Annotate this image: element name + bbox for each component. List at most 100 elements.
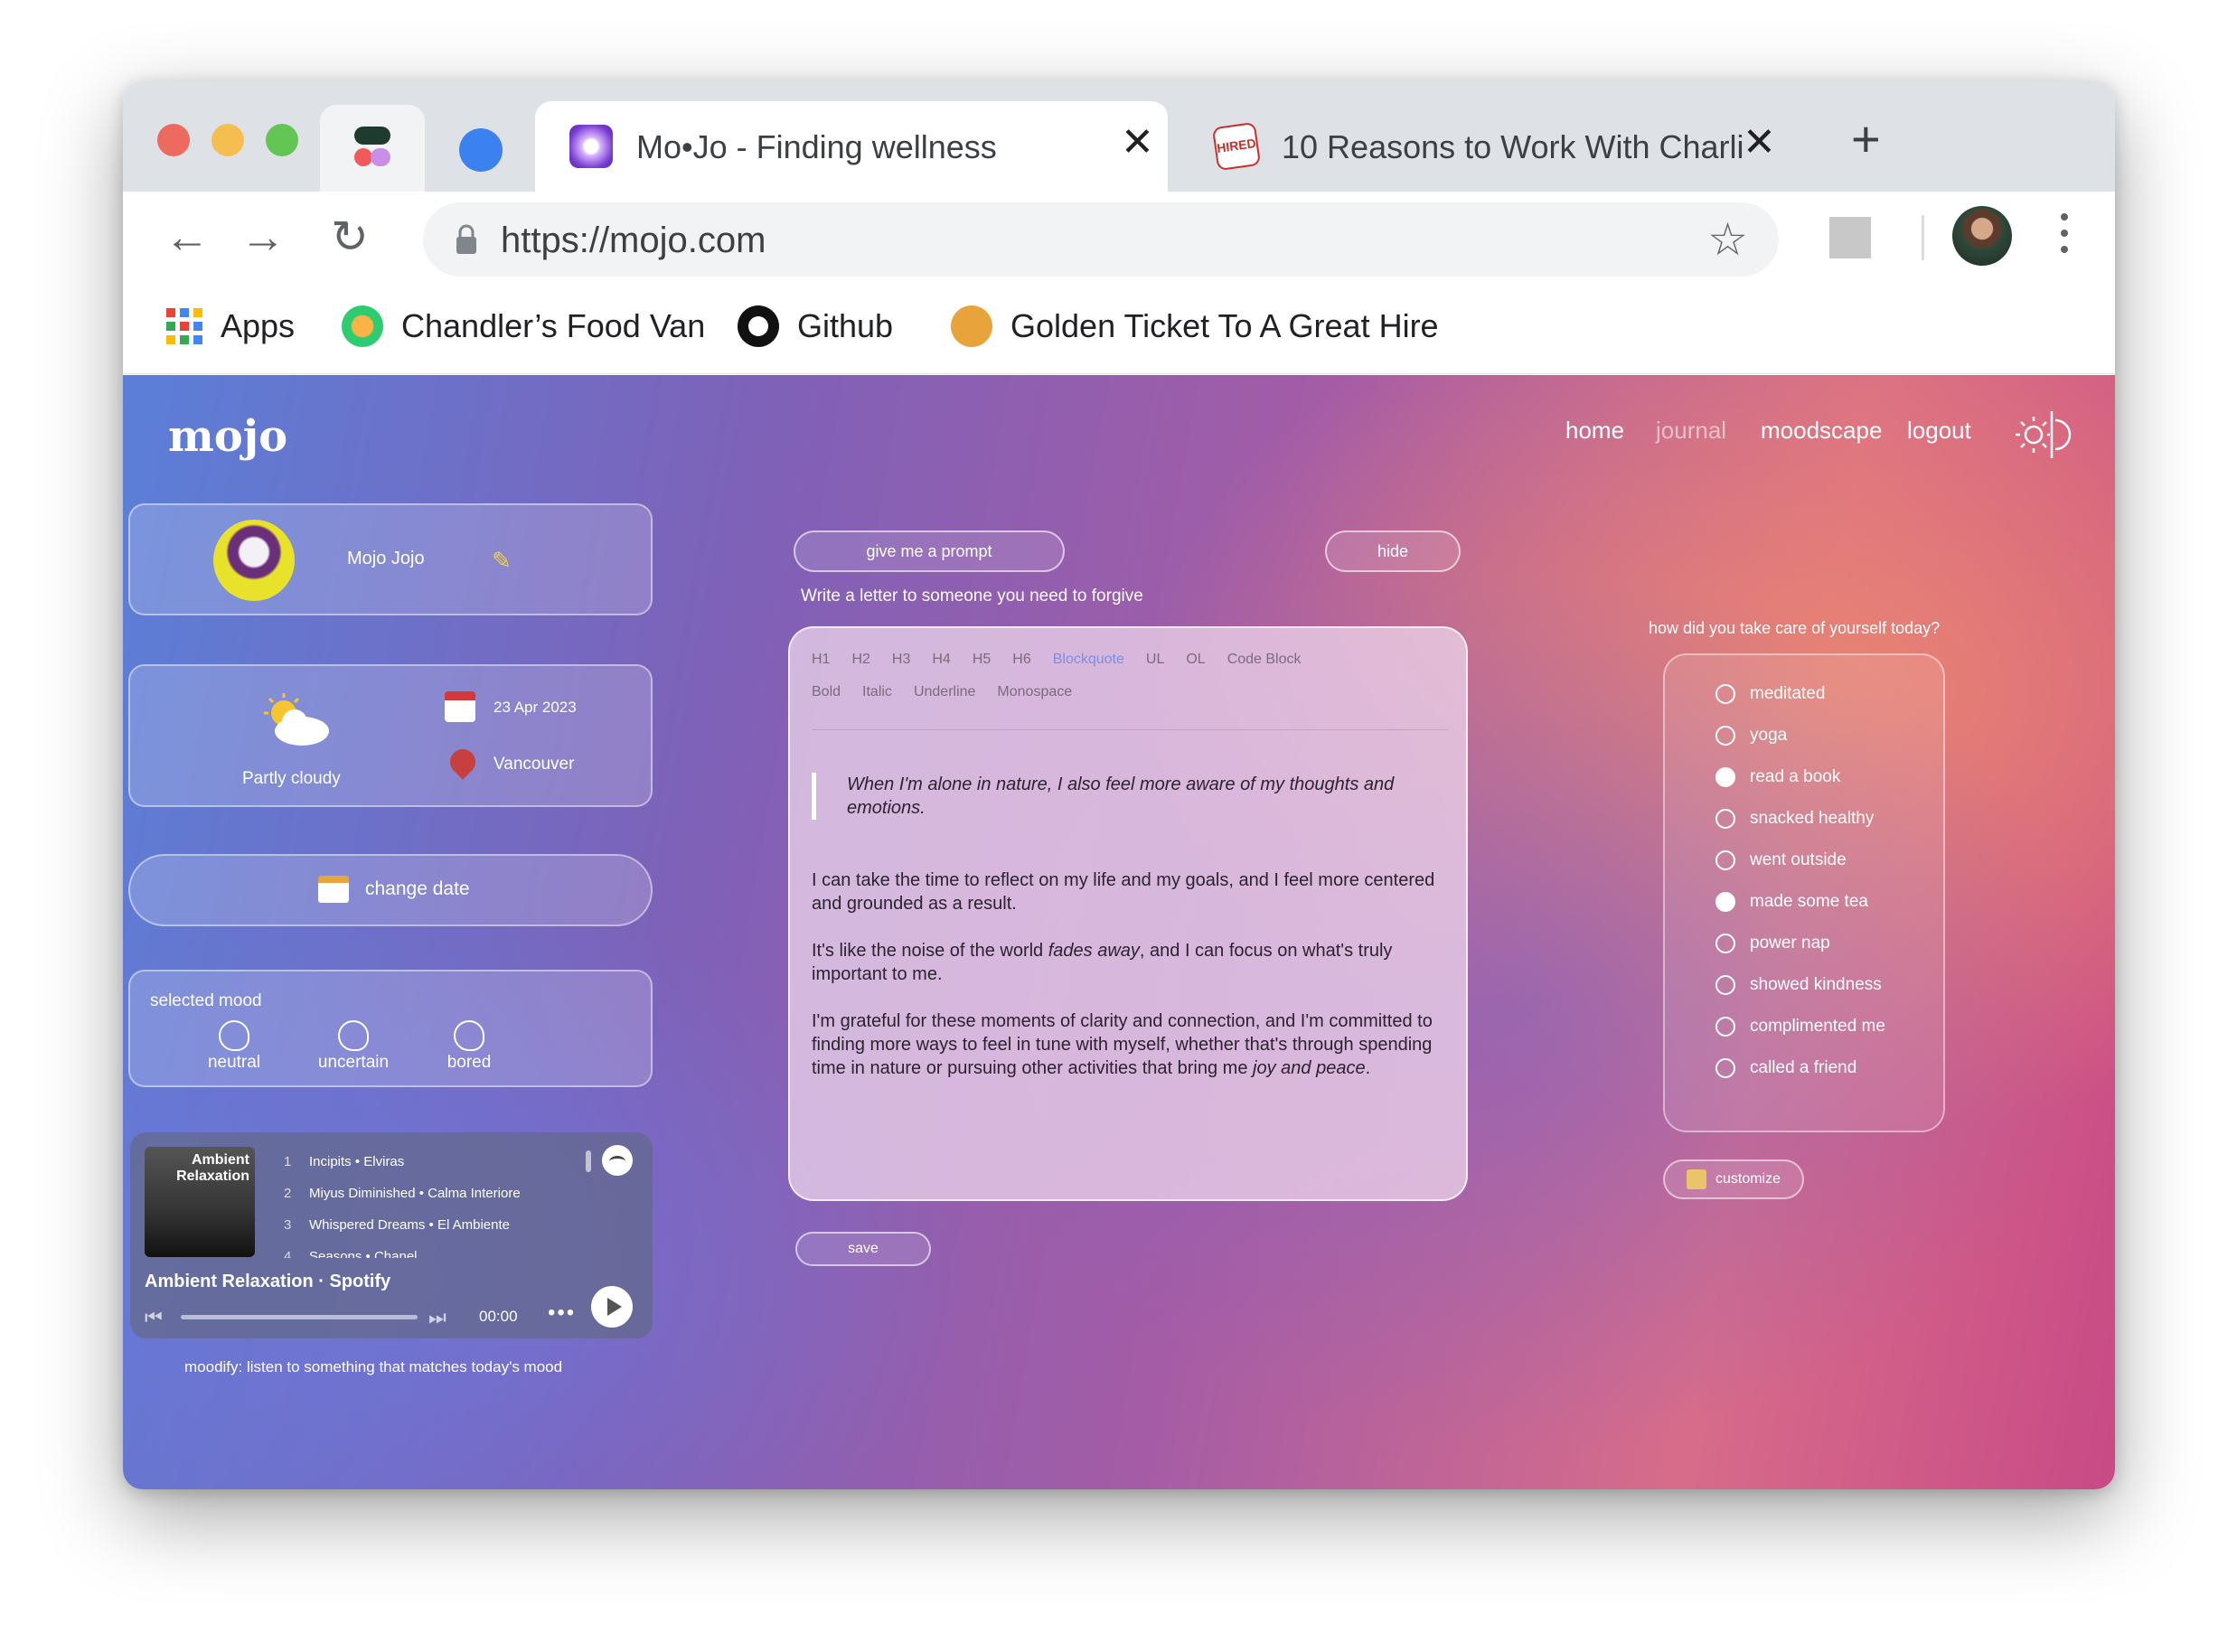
- care-meditated[interactable]: meditated: [1715, 684, 1825, 704]
- mood-uncertain[interactable]: uncertain: [313, 1020, 394, 1073]
- tool-h4[interactable]: H4: [932, 652, 950, 668]
- self-care-title: how did you take care of yourself today?: [1649, 619, 1941, 637]
- nav-moodscape[interactable]: moodscape: [1761, 417, 1882, 445]
- journal-editor[interactable]: H1 H2 H3 H4 H5 H6 Blockquote UL OL Code …: [788, 626, 1468, 1201]
- tool-code-block[interactable]: Code Block: [1227, 652, 1302, 668]
- bookmark-food-van[interactable]: Chandler’s Food Van: [342, 304, 705, 349]
- tool-h2[interactable]: H2: [851, 652, 869, 668]
- reload-button[interactable]: ↻: [331, 210, 369, 264]
- profile-name: Mojo Jojo: [347, 549, 425, 568]
- tool-h6[interactable]: H6: [1012, 652, 1030, 668]
- profile-avatar[interactable]: [1952, 206, 2012, 266]
- tool-h5[interactable]: H5: [973, 652, 991, 668]
- next-track-icon[interactable]: ⏭: [428, 1306, 446, 1329]
- care-snacked-healthy[interactable]: snacked healthy: [1715, 809, 1874, 829]
- menu-kebab-icon[interactable]: [2059, 208, 2070, 262]
- track-row[interactable]: 4 Seasons • Chanel: [284, 1249, 418, 1258]
- care-made-some-tea[interactable]: made some tea: [1715, 892, 1868, 912]
- care-yoga[interactable]: yoga: [1715, 726, 1787, 746]
- location-pin-icon: [445, 744, 481, 780]
- avatar[interactable]: [213, 520, 295, 601]
- forward-button[interactable]: →: [240, 210, 286, 264]
- album-art[interactable]: Ambient Relaxation: [145, 1147, 255, 1257]
- bookmark-golden-ticket[interactable]: Golden Ticket To A Great Hire: [951, 304, 1439, 349]
- tool-underline[interactable]: Underline: [914, 684, 975, 700]
- tab-pinned-figma[interactable]: [320, 105, 425, 192]
- spotify-icon[interactable]: [602, 1145, 633, 1176]
- tab-hired[interactable]: HIRED 10 Reasons to Work With Charli ✕: [1180, 101, 1813, 192]
- track-row[interactable]: 2 Miyus Diminished • Calma Interiore: [284, 1186, 521, 1201]
- location-text: Vancouver: [493, 755, 575, 774]
- change-date-button[interactable]: change date: [128, 854, 653, 926]
- tool-h1[interactable]: H1: [812, 652, 830, 668]
- tab-mojo[interactable]: Mo•Jo - Finding wellness ✕: [535, 101, 1168, 192]
- tool-monospace[interactable]: Monospace: [997, 684, 1072, 700]
- care-went-outside[interactable]: went outside: [1715, 850, 1847, 870]
- care-complimented-me[interactable]: complimented me: [1715, 1017, 1885, 1037]
- close-window-button[interactable]: [157, 124, 190, 156]
- head-neutral-icon: [219, 1020, 249, 1051]
- nav-logout[interactable]: logout: [1907, 417, 1971, 445]
- edit-pencil-icon[interactable]: ✎: [492, 547, 512, 575]
- tab-pinned-blue[interactable]: [432, 105, 537, 192]
- bookmark-star-icon[interactable]: ☆: [1707, 215, 1748, 264]
- maximize-window-button[interactable]: [266, 124, 298, 156]
- profile-card: Mojo Jojo ✎: [128, 503, 653, 615]
- care-showed-kindness[interactable]: showed kindness: [1715, 975, 1882, 995]
- previous-track-icon[interactable]: ⏮: [145, 1306, 163, 1329]
- app-logo[interactable]: mojo: [168, 411, 287, 462]
- tool-ul[interactable]: UL: [1146, 652, 1164, 668]
- care-label: yoga: [1750, 726, 1788, 745]
- change-date-content: change date: [318, 876, 470, 903]
- customize-button[interactable]: customize: [1663, 1159, 1804, 1199]
- text-run: It's like the noise of the world: [812, 941, 1048, 961]
- address-bar[interactable]: https://mojo.com ☆: [423, 202, 1779, 277]
- back-button[interactable]: ←: [164, 210, 210, 264]
- care-called-a-friend[interactable]: called a friend: [1715, 1058, 1856, 1078]
- spotify-player: Ambient Relaxation 1 Incipits • Elviras 2…: [130, 1132, 653, 1338]
- theme-toggle-icon[interactable]: [2016, 408, 2075, 462]
- bookmark-apps[interactable]: Apps: [166, 304, 295, 349]
- track-row[interactable]: 1 Incipits • Elviras: [284, 1154, 404, 1169]
- hide-button[interactable]: hide: [1325, 530, 1461, 572]
- play-button[interactable]: [591, 1286, 633, 1328]
- radio-unchecked: [1715, 1017, 1735, 1037]
- tool-bold[interactable]: Bold: [812, 684, 841, 700]
- minimize-window-button[interactable]: [211, 124, 244, 156]
- new-tab-button[interactable]: +: [1851, 114, 1881, 164]
- tool-ol[interactable]: OL: [1186, 652, 1205, 668]
- save-button[interactable]: save: [795, 1232, 931, 1266]
- more-options-icon[interactable]: •••: [548, 1300, 576, 1326]
- extension-icon[interactable]: [1829, 217, 1871, 258]
- scrollbar[interactable]: [586, 1150, 591, 1172]
- radio-unchecked: [1715, 1058, 1735, 1078]
- track-number: 3: [284, 1217, 292, 1233]
- mood-label: selected mood: [150, 991, 262, 1010]
- journal-blockquote: When I'm alone in nature, I also feel mo…: [812, 773, 1399, 820]
- give-prompt-button[interactable]: give me a prompt: [794, 530, 1065, 572]
- album-title: Ambient Relaxation: [176, 1152, 249, 1184]
- blue-circle-icon: [459, 128, 503, 172]
- tool-blockquote[interactable]: Blockquote: [1053, 652, 1124, 668]
- journal-paragraph: I'm grateful for these moments of clarit…: [812, 1009, 1435, 1080]
- browser-toolbar: ← → ↻ https://mojo.com ☆: [123, 192, 2115, 282]
- radio-unchecked: [1715, 975, 1735, 995]
- care-label: showed kindness: [1750, 975, 1882, 994]
- mood-bored[interactable]: bored: [428, 1020, 510, 1073]
- care-label: meditated: [1750, 684, 1826, 703]
- radio-unchecked: [1715, 850, 1735, 870]
- nav-home[interactable]: home: [1565, 417, 1624, 445]
- editor-toolbar-row-2: Bold Italic Underline Monospace: [812, 684, 1072, 700]
- track-row[interactable]: 3 Whispered Dreams • El Ambiente: [284, 1217, 510, 1233]
- bookmark-github[interactable]: Github: [738, 304, 893, 349]
- tool-italic[interactable]: Italic: [862, 684, 892, 700]
- care-power-nap[interactable]: power nap: [1715, 934, 1830, 953]
- tool-h3[interactable]: H3: [892, 652, 910, 668]
- tab-close-icon[interactable]: ✕: [1743, 119, 1776, 166]
- mood-neutral[interactable]: neutral: [193, 1020, 275, 1073]
- nav-journal[interactable]: journal: [1656, 417, 1726, 445]
- care-read-a-book[interactable]: read a book: [1715, 767, 1840, 787]
- tab-close-icon[interactable]: ✕: [1121, 119, 1154, 166]
- seek-bar[interactable]: [181, 1315, 418, 1319]
- italic-text: joy and peace: [1253, 1058, 1366, 1078]
